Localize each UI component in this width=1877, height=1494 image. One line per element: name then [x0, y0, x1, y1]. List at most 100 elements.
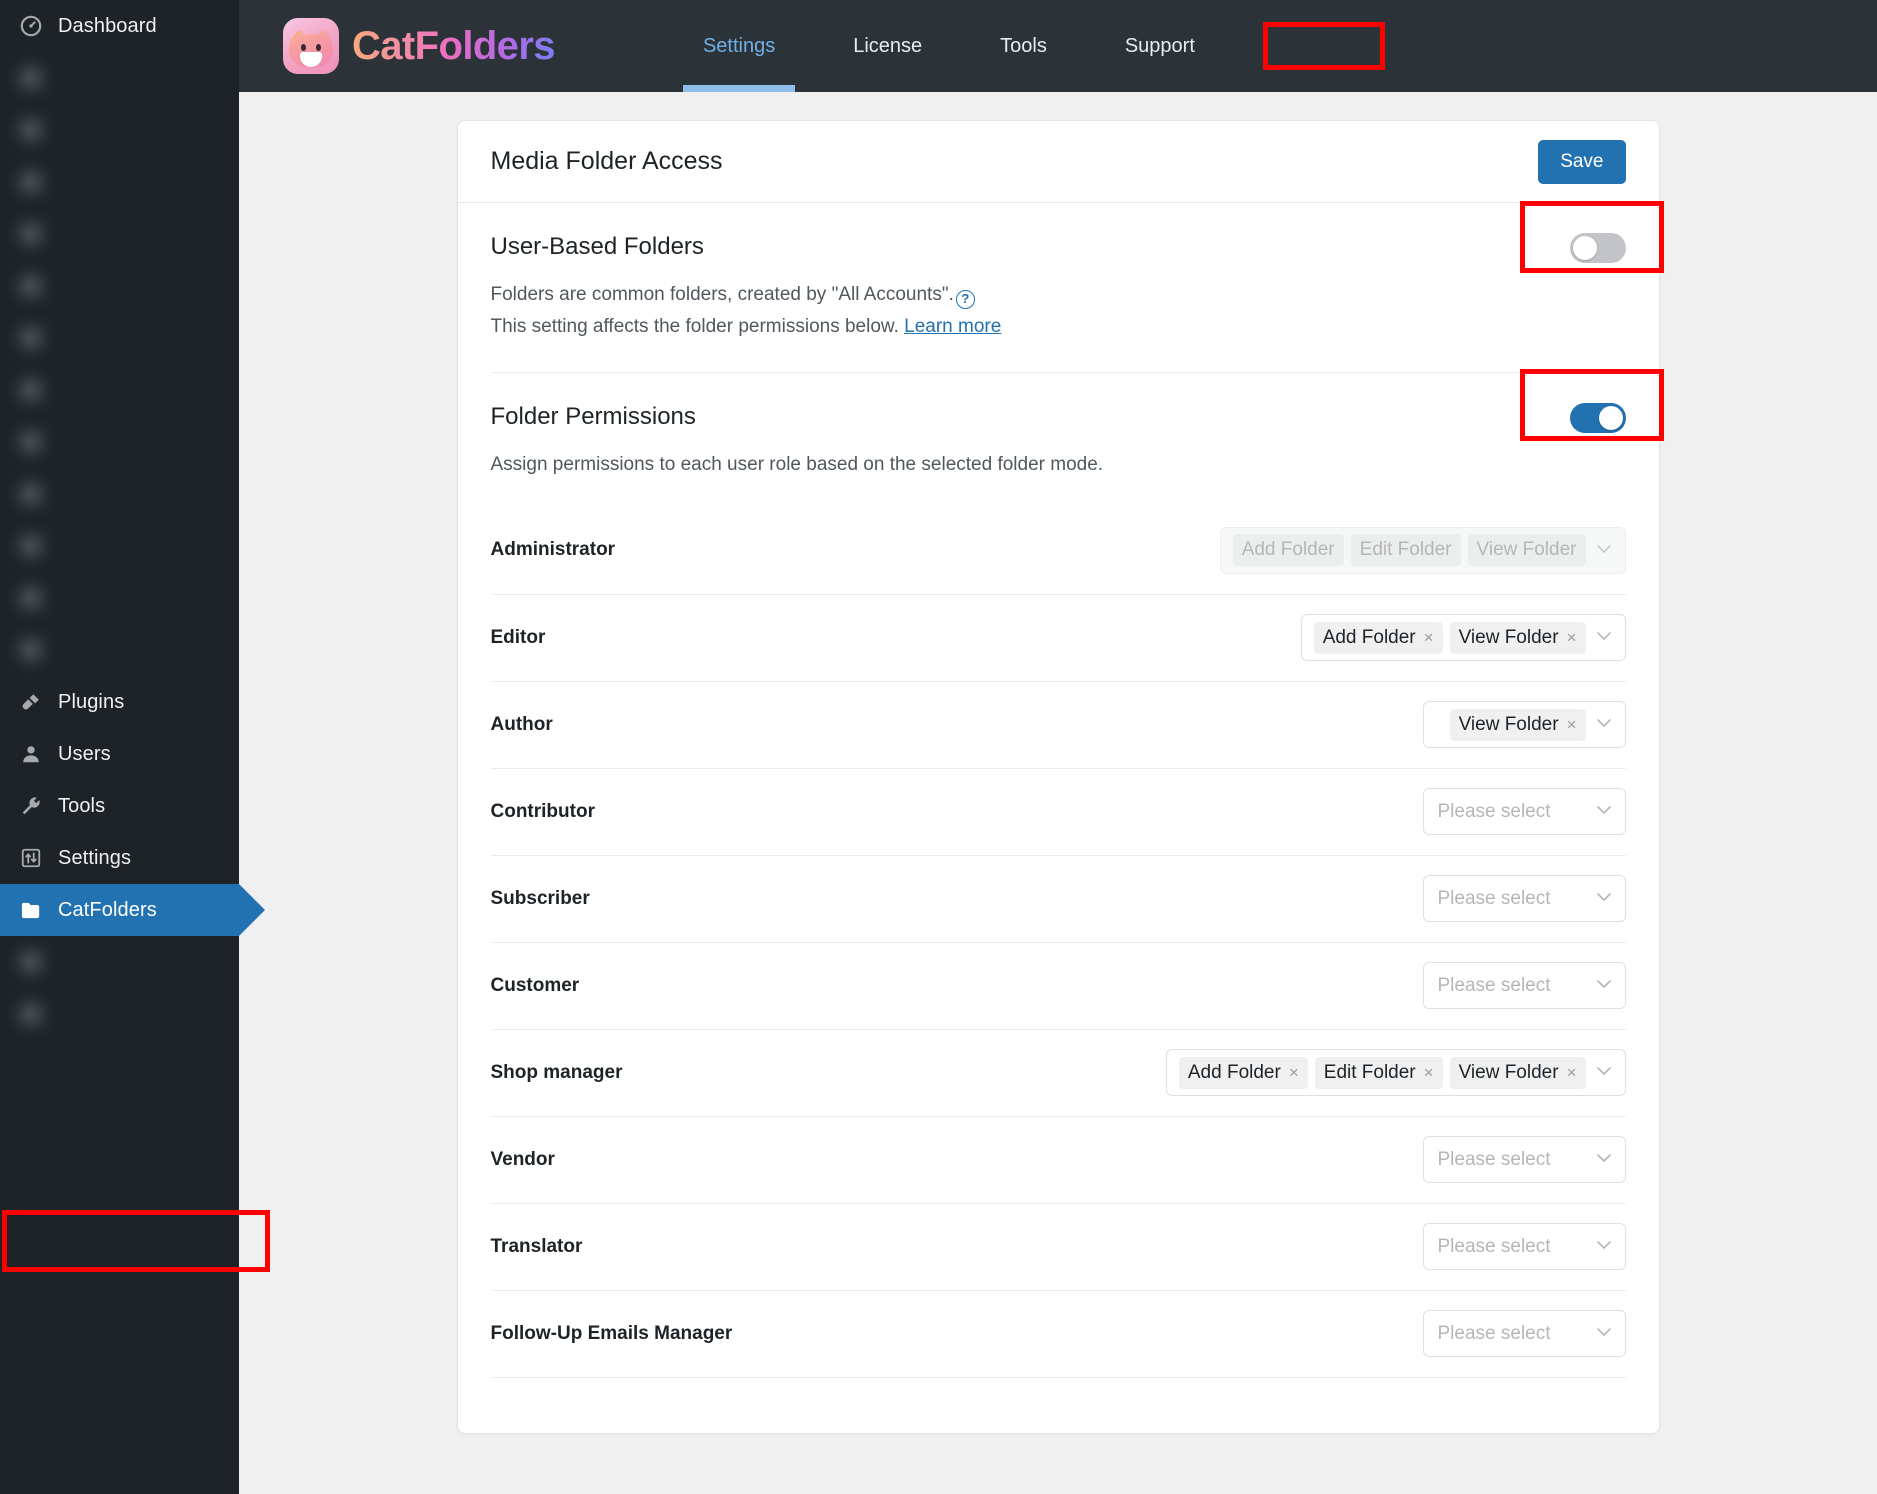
sidebar-item-plugins[interactable]: Plugins — [0, 676, 239, 728]
sidebar-item-hidden[interactable] — [0, 260, 239, 312]
permissions-multiselect[interactable]: Please select — [1422, 1223, 1626, 1271]
permissions-multiselect[interactable]: Please select — [1422, 788, 1626, 836]
tab-tools[interactable]: Tools — [988, 0, 1059, 92]
permissions-multiselect[interactable]: View Folder × — [1422, 701, 1626, 749]
sidebar-item-label — [58, 327, 98, 350]
role-permission-row: Shop manager Add Folder × Edit Folder × View … — [490, 1028, 1626, 1116]
role-permission-row: Translator Please select — [490, 1202, 1626, 1290]
question-circle-icon[interactable]: ? — [955, 290, 975, 309]
sidebar-item-hidden[interactable] — [0, 988, 239, 1040]
sidebar-item-label — [58, 1003, 98, 1026]
blurred-icon — [18, 325, 44, 351]
permission-tag[interactable]: Add Folder × — [1178, 1056, 1308, 1089]
chevron-down-icon[interactable] — [1593, 1151, 1615, 1168]
sidebar-item-label — [58, 951, 98, 974]
sidebar-item-hidden[interactable] — [0, 208, 239, 260]
permission-tag-label: View Folder — [1458, 1061, 1559, 1083]
role-name-label: Contributor — [490, 800, 595, 822]
permission-tag[interactable]: View Folder × — [1449, 1056, 1586, 1089]
sidebar-current-arrow-icon — [239, 884, 265, 936]
tab-settings[interactable]: Settings — [682, 0, 796, 92]
blurred-icon — [18, 1001, 44, 1027]
permission-tag: Add Folder — [1232, 534, 1344, 567]
tab-support[interactable]: Support — [1113, 0, 1207, 92]
sidebar-item-label — [58, 483, 98, 506]
close-icon[interactable]: × — [1567, 629, 1577, 646]
close-icon[interactable]: × — [1424, 629, 1434, 646]
sidebar-item-users[interactable]: Users — [0, 728, 239, 780]
close-icon[interactable]: × — [1424, 1064, 1434, 1081]
sidebar-item-label — [58, 171, 98, 194]
roles-list-footer-divider — [490, 1376, 1626, 1433]
permission-tag: Edit Folder — [1350, 534, 1461, 567]
user-based-folders-description-2: This setting affects the folder permissi… — [491, 311, 1002, 343]
annotation-box-catfolders — [2, 1210, 270, 1272]
chevron-down-icon[interactable] — [1593, 977, 1615, 994]
blurred-icon — [18, 637, 44, 663]
learn-more-link[interactable]: Learn more — [904, 316, 1001, 337]
folder-permissions-section: Folder Permissions Assign permissions to… — [458, 368, 1664, 481]
role-name-label: Subscriber — [490, 887, 590, 909]
role-permission-row: Follow-Up Emails Manager Please select — [490, 1289, 1626, 1377]
wrench-icon — [18, 793, 44, 819]
chevron-down-icon[interactable] — [1593, 890, 1615, 907]
sidebar-item-hidden[interactable] — [0, 520, 239, 572]
permissions-multiselect[interactable]: Add Folder × Edit Folder × View Folder × — [1165, 1049, 1626, 1097]
sidebar-item-dashboard[interactable]: Dashboard — [0, 0, 239, 52]
user-icon — [18, 741, 44, 767]
chevron-down-icon[interactable] — [1593, 1064, 1615, 1081]
sidebar-item-catfolders[interactable]: CatFolders — [0, 884, 265, 936]
permissions-multiselect[interactable]: Please select — [1422, 875, 1626, 923]
plugin-nav-tabs: Settings License Tools Support — [682, 0, 1207, 92]
sidebar-item-hidden[interactable] — [0, 156, 239, 208]
permissions-multiselect[interactable]: Please select — [1422, 962, 1626, 1010]
sidebar-item-hidden[interactable] — [0, 624, 239, 676]
chevron-down-icon[interactable] — [1593, 1238, 1615, 1255]
ubf-desc-text: Folders are common folders, created by "… — [490, 284, 954, 305]
sidebar-item-hidden[interactable] — [0, 468, 239, 520]
sidebar-item-label: Users — [58, 742, 111, 765]
sidebar-item-hidden[interactable] — [0, 416, 239, 468]
folder-permissions-toggle[interactable] — [1569, 402, 1626, 433]
chevron-down-icon[interactable] — [1593, 803, 1615, 820]
permission-tag[interactable]: Add Folder × — [1313, 621, 1443, 654]
role-permissions-list: Administrator Add Folder Edit Folder View F… — [458, 507, 1659, 1377]
sidebar-item-label — [58, 223, 98, 246]
permission-tag[interactable]: View Folder × — [1449, 708, 1586, 741]
sidebar-item-hidden[interactable] — [0, 52, 239, 104]
chevron-down-icon[interactable] — [1593, 716, 1615, 733]
dashboard-icon — [18, 13, 44, 39]
tab-license[interactable]: License — [841, 0, 934, 92]
close-icon[interactable]: × — [1289, 1064, 1299, 1081]
chevron-down-icon[interactable] — [1593, 1325, 1615, 1342]
sidebar-item-label — [58, 379, 98, 402]
save-button[interactable]: Save — [1538, 139, 1626, 184]
sidebar-item-hidden[interactable] — [0, 364, 239, 416]
blurred-icon — [18, 221, 44, 247]
sidebar-item-hidden[interactable] — [0, 572, 239, 624]
close-icon[interactable]: × — [1567, 1064, 1577, 1081]
sidebar-item-hidden[interactable] — [0, 312, 239, 364]
sidebar-item-label — [58, 431, 98, 454]
close-icon[interactable]: × — [1567, 716, 1577, 733]
user-based-folders-toggle[interactable] — [1569, 233, 1626, 263]
sidebar-item-hidden[interactable] — [0, 104, 239, 156]
permission-tag[interactable]: Edit Folder × — [1314, 1056, 1443, 1089]
permission-tag-label: Add Folder — [1187, 1061, 1281, 1083]
sidebar-item-tools[interactable]: Tools — [0, 780, 239, 832]
blurred-icon — [18, 65, 44, 91]
chevron-down-icon[interactable] — [1593, 629, 1615, 646]
permissions-multiselect[interactable]: Please select — [1422, 1136, 1626, 1184]
page-title: Media Folder Access — [490, 147, 723, 175]
permissions-multiselect[interactable]: Please select — [1422, 1310, 1626, 1358]
sidebar-item-label: Tools — [58, 794, 106, 817]
permission-tag[interactable]: View Folder × — [1449, 621, 1586, 654]
sidebar-item-hidden[interactable] — [0, 936, 239, 988]
sidebar-item-settings[interactable]: Settings — [0, 832, 239, 884]
folder-permissions-description: Assign permissions to each user role bas… — [490, 453, 1104, 475]
sidebar-item-label: Dashboard — [58, 14, 157, 37]
chevron-down-icon[interactable] — [1593, 542, 1615, 559]
role-name-label: Vendor — [490, 1148, 555, 1170]
permissions-multiselect[interactable]: Add Folder × View Folder × — [1300, 614, 1626, 662]
permission-tag: View Folder — [1467, 534, 1586, 567]
